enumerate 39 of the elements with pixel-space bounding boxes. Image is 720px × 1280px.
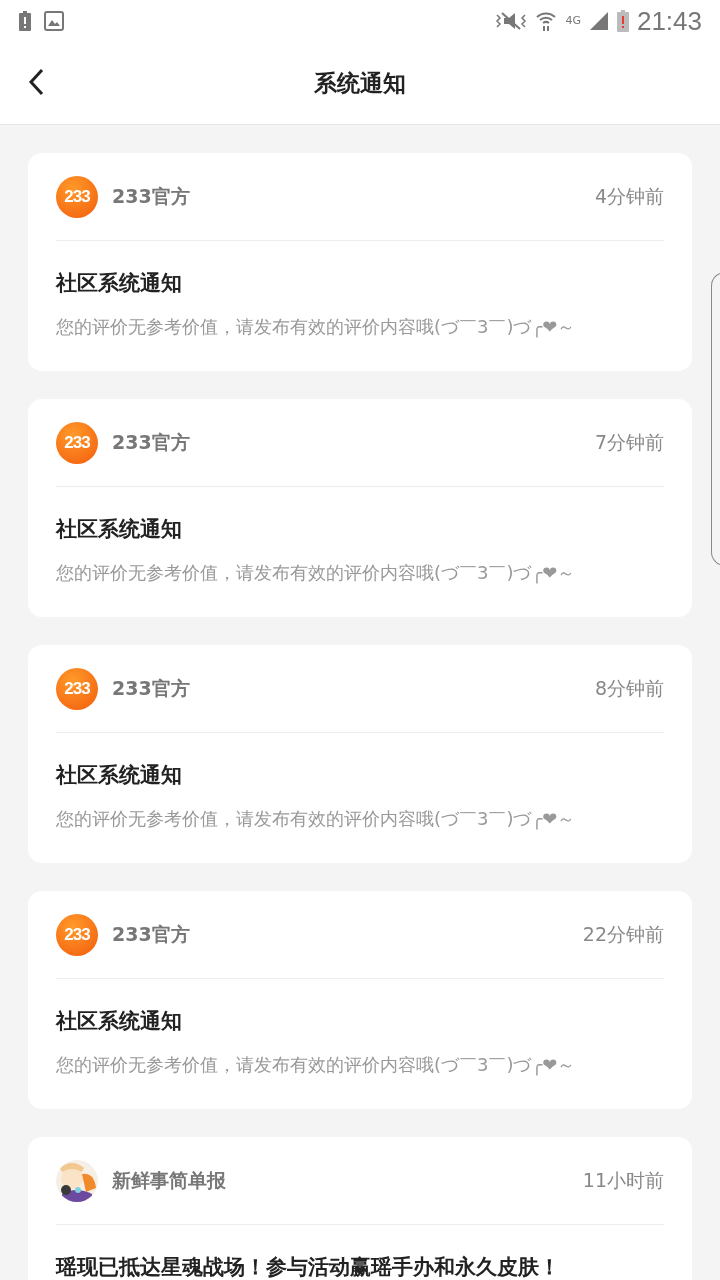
timestamp: 7分钟前 — [594, 429, 664, 455]
logo-avatar: 233 — [56, 421, 98, 464]
notification-text: 您的评价无参考价值，请发布有效的评价内容哦(づ￣3￣)づ╭❤～ — [56, 1053, 577, 1077]
logo-avatar: 233 — [56, 667, 98, 710]
image-icon — [44, 11, 64, 31]
notification-card[interactable]: 233 233官方 4分钟前 社区系统通知 您的评价无参考价值，请发布有效的评价内容哦(づ￣3￣)づ╭❤～ — [28, 153, 692, 371]
battery-alert-icon — [18, 11, 32, 31]
logo-avatar: 233 — [56, 175, 98, 218]
notification-card[interactable]: 233 233官方 22分钟前 社区系统通知 您的评价无参考价值，请发布有效的评价内容哦(づ￣3￣)づ╭❤～ — [28, 891, 692, 1109]
back-icon — [28, 68, 44, 96]
timestamp: 8分钟前 — [594, 675, 664, 701]
timestamp: 11小时前 — [582, 1167, 664, 1193]
notification-text: 您的评价无参考价值，请发布有效的评价内容哦(づ￣3￣)づ╭❤～ — [56, 315, 577, 339]
sender-name: 233官方 — [112, 921, 191, 947]
notification-text: 您的评价无参考价值，请发布有效的评价内容哦(づ￣3￣)づ╭❤～ — [56, 807, 577, 831]
notification-title: 社区系统通知 — [56, 270, 183, 297]
notification-text: 您的评价无参考价值，请发布有效的评价内容哦(づ￣3￣)づ╭❤～ — [56, 561, 577, 585]
sender-name: 新鲜事简单报 — [112, 1167, 227, 1193]
notification-card[interactable]: 新鲜事简单报 11小时前 瑶现已抵达星魂战场！参与活动赢瑶手办和永久皮肤！ — [28, 1137, 692, 1280]
timestamp: 22分钟前 — [582, 921, 664, 947]
notification-title: 社区系统通知 — [56, 1008, 183, 1035]
signal-icon — [588, 11, 609, 31]
notification-title: 社区系统通知 — [56, 762, 183, 789]
timestamp: 4分钟前 — [594, 183, 664, 209]
notification-title: 瑶现已抵达星魂战场！参与活动赢瑶手办和永久皮肤！ — [56, 1254, 561, 1280]
notification-title: 社区系统通知 — [56, 516, 183, 543]
back-button[interactable] — [28, 68, 44, 96]
sender-name: 233官方 — [112, 429, 191, 455]
network-type-label: 4G — [565, 13, 581, 27]
mute-vibrate-icon — [495, 11, 528, 31]
battery-alert-icon — [616, 10, 629, 32]
logo-avatar: 233 — [56, 913, 98, 956]
status-time: 21:43 — [636, 5, 702, 37]
notification-card[interactable]: 233 233官方 7分钟前 社区系统通知 您的评价无参考价值，请发布有效的评价内容哦(づ￣3￣)づ╭❤～ — [28, 399, 692, 617]
sender-name: 233官方 — [112, 675, 191, 701]
page-title: 系统通知 — [314, 68, 406, 98]
wifi-icon — [535, 10, 558, 32]
sender-name: 233官方 — [112, 183, 191, 209]
notification-card[interactable]: 233 233官方 8分钟前 社区系统通知 您的评价无参考价值，请发布有效的评价内容哦(づ￣3￣)づ╭❤～ — [28, 645, 692, 863]
